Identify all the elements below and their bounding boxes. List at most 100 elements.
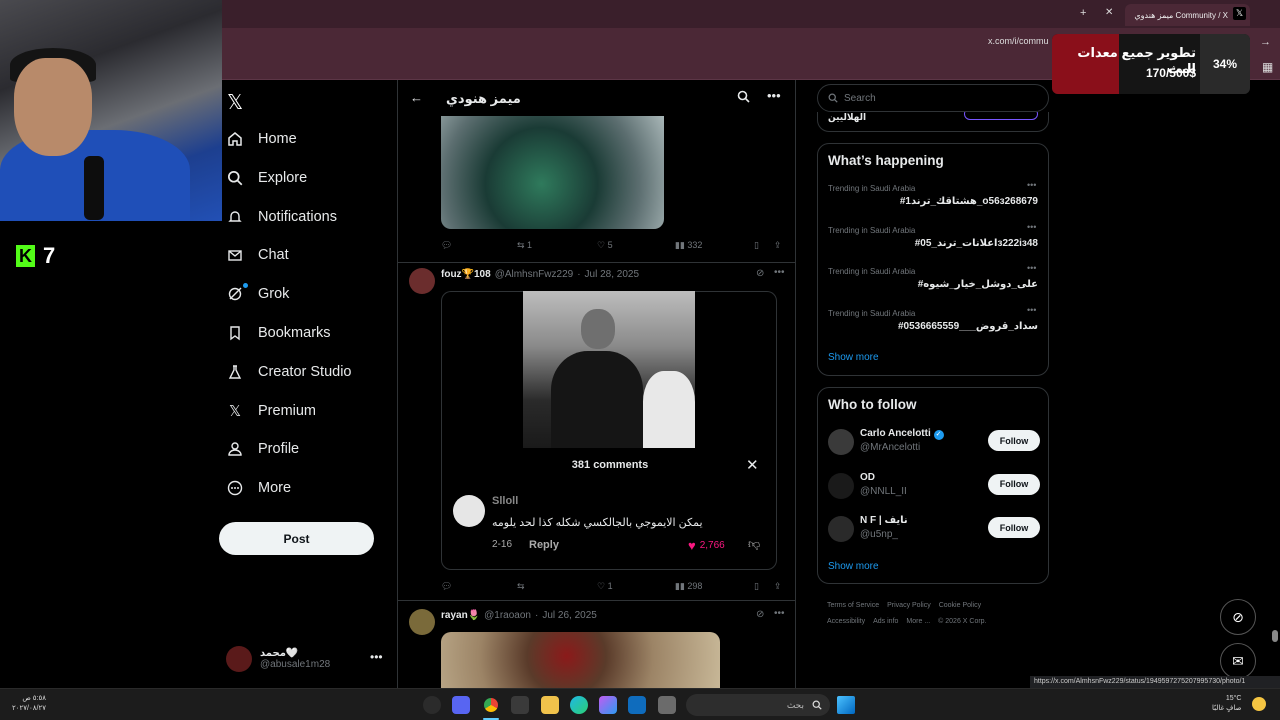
apps-grid-icon[interactable]: ▦: [1262, 60, 1273, 74]
x-logo-icon[interactable]: 𝕏: [227, 90, 243, 115]
account-more-icon[interactable]: •••: [370, 650, 383, 664]
trend-name[interactable]: #اعلانات_ترند_05з222iз48: [828, 238, 1038, 249]
scrollbar-thumb[interactable]: [1272, 630, 1278, 642]
trend-name[interactable]: #سداد_قروض___0536665559: [828, 321, 1038, 332]
follow-suggestion[interactable]: OD @NNLL_II Follow: [828, 470, 1040, 502]
share-icon[interactable]: ⇪: [774, 240, 782, 251]
chrome-icon[interactable]: [482, 696, 500, 714]
avatar[interactable]: [453, 495, 485, 527]
footer-link[interactable]: Privacy Policy: [887, 602, 931, 609]
views-icon[interactable]: ▮▮ 298: [675, 581, 702, 592]
discord-icon[interactable]: [452, 696, 470, 714]
mail-icon[interactable]: ✉: [1220, 643, 1256, 679]
reply-icon[interactable]: 💬︎: [441, 581, 452, 592]
follow-button[interactable]: Follow: [988, 430, 1040, 451]
repost-icon[interactable]: ⇆: [517, 581, 525, 592]
search-input[interactable]: Search: [817, 84, 1049, 112]
close-icon[interactable]: ✕: [746, 456, 759, 474]
nav-item-notifications[interactable]: Notifications: [226, 199, 337, 235]
nav-item-profile[interactable]: Profile: [226, 431, 299, 467]
comment-reply-button[interactable]: Reply: [529, 539, 559, 551]
comment-like-button[interactable]: ♥ 2,766: [688, 538, 725, 553]
nav-item-chat[interactable]: Chat: [226, 237, 289, 273]
footer-link[interactable]: More ...: [906, 618, 930, 625]
task-view-icon[interactable]: [658, 696, 676, 714]
nav-item-home[interactable]: Home: [226, 121, 297, 157]
show-more-link[interactable]: Show more: [828, 352, 879, 363]
repost-icon[interactable]: ⇆ 1: [517, 240, 532, 251]
mail-app-icon[interactable]: [628, 696, 646, 714]
follow-button[interactable]: Follow: [988, 473, 1040, 495]
grok-icon[interactable]: ⊘: [756, 609, 764, 620]
close-tab-icon[interactable]: ✕: [1105, 7, 1113, 18]
browser-tab[interactable]: ميمز هندوي Community / X 𝕏: [1125, 4, 1250, 26]
trend-name[interactable]: #هشتاقك_ترند1_o56з268679: [828, 196, 1038, 207]
show-more-link[interactable]: Show more: [828, 561, 879, 572]
clock[interactable]: ٥:٥٨ ص ٢٠٢٧/٠٨/٢٧: [12, 694, 46, 714]
bookmark-icon[interactable]: ▯: [754, 581, 759, 592]
tweet-date[interactable]: Jul 26, 2025: [542, 610, 597, 621]
footer-link[interactable]: Terms of Service: [827, 602, 879, 609]
footer-link[interactable]: Cookie Policy: [939, 602, 981, 609]
tweet-image[interactable]: [441, 116, 664, 229]
search-icon[interactable]: [737, 90, 750, 106]
nav-item-creator-studio[interactable]: Creator Studio: [226, 354, 352, 390]
account-switcher[interactable]: محمد🤍 @abusale1m28: [226, 643, 386, 675]
dislike-icon[interactable]: 👎︎: [748, 537, 760, 552]
nav-item-more[interactable]: More: [226, 470, 291, 506]
trend-more-icon[interactable]: •••: [1027, 180, 1036, 190]
more-icon[interactable]: •••: [767, 88, 781, 103]
author-handle[interactable]: @AlmhsnFwz229: [495, 269, 574, 280]
avatar[interactable]: [409, 609, 435, 635]
post-button[interactable]: Post: [219, 522, 374, 555]
author-name[interactable]: fouz🏆108: [441, 269, 491, 280]
edge-icon[interactable]: [570, 696, 588, 714]
follow-suggestion[interactable]: N F | نايف @u5np_ Follow: [828, 513, 1040, 545]
store-icon[interactable]: [511, 696, 529, 714]
nav-item-bookmarks[interactable]: Bookmarks: [226, 315, 331, 351]
grok-icon[interactable]: ⊘: [756, 268, 764, 279]
tweet-image[interactable]: [441, 632, 720, 688]
taskbar-search[interactable]: بحث: [686, 694, 830, 716]
forward-arrow-icon[interactable]: →: [1260, 36, 1271, 48]
follow-button[interactable]: Follow: [988, 517, 1040, 538]
obs-icon[interactable]: [423, 696, 441, 714]
footer-link[interactable]: Ads info: [873, 618, 898, 625]
comment-user[interactable]: Slloll: [492, 495, 518, 507]
trend-more-icon[interactable]: •••: [1027, 222, 1036, 232]
copilot-icon[interactable]: [599, 696, 617, 714]
nav-item-grok[interactable]: Grok: [226, 276, 289, 312]
windows-start-icon[interactable]: [837, 696, 855, 714]
more-icon[interactable]: •••: [774, 267, 785, 278]
avatar[interactable]: [409, 268, 435, 294]
url-text[interactable]: x.com/i/commu: [988, 36, 1049, 46]
footer-link[interactable]: Accessibility: [827, 618, 865, 625]
person-icon: [226, 440, 244, 458]
footer-link[interactable]: © 2026 X Corp.: [938, 618, 986, 625]
browser-tab-bar: + ✕: [222, 0, 1280, 28]
like-icon[interactable]: ♡ 1: [597, 581, 613, 592]
grok-icon[interactable]: ⊘: [1220, 599, 1256, 635]
weather-widget[interactable]: 15°C صافٍ غالبًا: [1212, 694, 1241, 714]
more-icon[interactable]: •••: [774, 608, 785, 619]
trend-more-icon[interactable]: •••: [1027, 263, 1036, 273]
nav-item-explore[interactable]: Explore: [226, 160, 307, 196]
back-arrow-icon[interactable]: ←: [410, 90, 423, 105]
file-explorer-icon[interactable]: [541, 696, 559, 714]
avatar: [828, 516, 854, 542]
tweet-image[interactable]: [523, 291, 695, 448]
follow-suggestion[interactable]: Carlo Ancelotti ✓ @MrAncelotti Follow: [828, 426, 1040, 458]
share-icon[interactable]: ⇪: [774, 581, 782, 592]
author-handle[interactable]: @1raoaon: [484, 610, 531, 621]
bookmark-icon[interactable]: ▯: [754, 240, 759, 251]
trend-more-icon[interactable]: •••: [1027, 305, 1036, 315]
author-name[interactable]: rayan🌷: [441, 610, 480, 621]
tweet-date[interactable]: Jul 28, 2025: [585, 269, 640, 280]
reply-icon[interactable]: 💬︎: [441, 240, 452, 251]
nav-item-premium[interactable]: 𝕏 Premium: [226, 393, 316, 429]
mail-icon: [226, 246, 244, 264]
trend-name[interactable]: #على_دوشل_خيار_شيوه: [828, 279, 1038, 290]
like-icon[interactable]: ♡ 5: [597, 240, 613, 251]
new-tab-icon[interactable]: +: [1080, 7, 1086, 19]
views-icon[interactable]: ▮▮ 332: [675, 240, 702, 251]
